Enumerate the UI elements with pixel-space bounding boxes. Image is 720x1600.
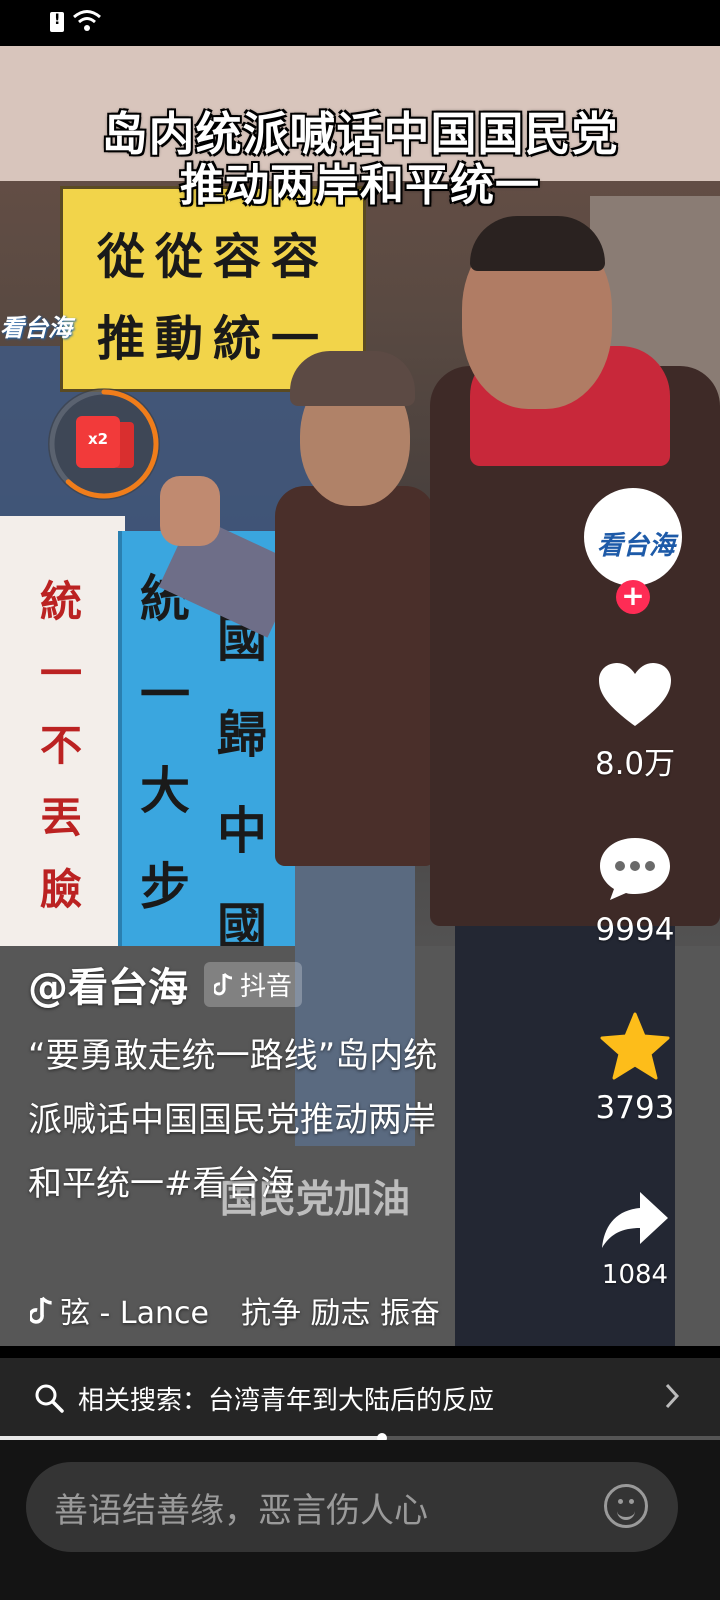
channel-watermark: 看台海 (0, 314, 72, 342)
favorite-button[interactable]: 3793 (575, 1012, 695, 1126)
share-count: 1084 (601, 1260, 669, 1290)
red-packet-widget[interactable]: x2 (48, 388, 160, 500)
reward-multiplier: x2 (87, 430, 109, 448)
comment-bubble-icon (600, 838, 670, 900)
emoji-icon[interactable] (604, 1484, 648, 1528)
caption-line-1: 岛内统派喊话中国国民党 (101, 107, 619, 161)
related-search-text: 相关搜索：台湾青年到大陆后的反应 (78, 1385, 495, 1416)
raised-fist (160, 476, 220, 546)
comment-placeholder: 善语结善缘，恶言伤人心 (54, 1490, 428, 1531)
emoji-eye-left (618, 1499, 623, 1504)
person-right-hair (470, 216, 605, 271)
like-count: 8.0万 (594, 746, 676, 782)
share-button[interactable]: 1084 (575, 1190, 695, 1290)
person-left-cap (290, 351, 415, 406)
status-bar (0, 0, 720, 46)
caption-line-2: 推动两岸和平统一 (180, 160, 540, 211)
music-tags: 抗争 励志 振奋 (240, 1296, 441, 1331)
emoji-eye-right (629, 1499, 634, 1504)
share-arrow-icon (602, 1192, 668, 1248)
favorite-count: 3793 (595, 1090, 675, 1126)
author-handle[interactable]: @看台海 (28, 955, 188, 1013)
white-sign-text: 統一不丟臉 (40, 577, 83, 914)
white-protest-sign: 統一不丟臉 (0, 516, 125, 946)
author-row: @看台海 抖音 (28, 955, 303, 1013)
avatar-logo-text: 看台海 (596, 531, 675, 561)
music-note-icon (214, 972, 233, 996)
music-track: 弦 - Lance (60, 1296, 209, 1331)
star-icon (600, 1012, 670, 1080)
comment-input[interactable]: 善语结善缘，恶言伤人心 (26, 1462, 678, 1552)
platform-tag: 抖音 (204, 961, 303, 1007)
author-avatar[interactable]: 看台海 (584, 488, 682, 586)
platform-name: 抖音 (240, 971, 293, 1002)
music-note-icon (30, 1296, 52, 1324)
emoji-mouth (617, 1507, 635, 1520)
related-search-bar[interactable]: 相关搜索：台湾青年到大陆后的反应 (0, 1358, 720, 1438)
blue-sign-col2: 國歸中國 (217, 609, 267, 956)
yellow-sign-line1: 從從容容 (97, 229, 330, 285)
wifi-icon (73, 10, 101, 31)
music-row[interactable]: 弦 - Lance 抗争 励志 振奋 (30, 1288, 440, 1332)
chevron-right-icon (665, 1383, 680, 1409)
follow-button[interactable]: + (616, 580, 650, 614)
comment-button[interactable]: 9994 (575, 836, 695, 948)
like-button[interactable]: 8.0万 (575, 662, 695, 783)
heart-icon (599, 663, 671, 726)
comment-count: 9994 (595, 912, 675, 948)
sim-alert-icon (50, 12, 64, 32)
video-description[interactable]: “要勇敢走统一路线”岛内统派喊话中国国民党推动两岸和平统一#看台海 (28, 1024, 468, 1216)
video-caption: 岛内统派喊话中国国民党 推动两岸和平统一 (0, 108, 720, 212)
person-left-vest (275, 486, 435, 866)
yellow-sign-line2: 推動統一 (97, 311, 330, 367)
search-icon (35, 1384, 64, 1413)
